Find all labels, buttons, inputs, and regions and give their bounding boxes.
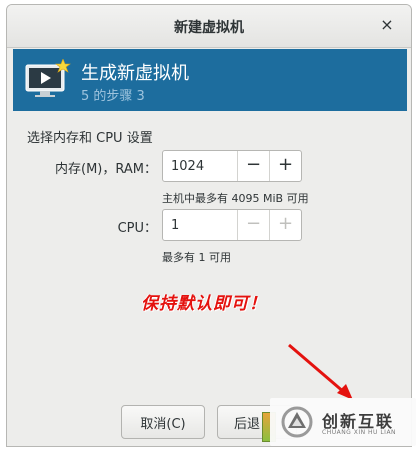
- annotation-text: 保持默认即可！: [141, 294, 267, 314]
- cpu-label: CPU：: [117, 221, 157, 236]
- ram-input[interactable]: [163, 151, 237, 181]
- cpu-increment-button[interactable]: +: [269, 210, 301, 240]
- cpu-spinbox: − +: [162, 209, 302, 241]
- memory-cpu-heading: 选择内存和 CPU 设置: [27, 131, 153, 146]
- cancel-button[interactable]: 取消(C): [121, 405, 205, 439]
- ram-hint: 主机中最多有 4095 MiB 可用: [162, 192, 309, 205]
- watermark-logo-icon: [281, 406, 313, 438]
- ram-decrement-button[interactable]: −: [237, 151, 269, 181]
- ram-spinbox: − +: [162, 150, 302, 182]
- watermark: 创新互联 CHUANG XIN HU LIAN: [270, 398, 416, 446]
- vm-monitor-icon: [25, 59, 71, 97]
- wizard-title: 生成新虚拟机: [81, 63, 189, 84]
- new-vm-dialog: 新建虚拟机 × 生成新虚拟机 5 的步骤 3 选择内存和 CPU 设置 内存(M…: [6, 4, 412, 447]
- close-button[interactable]: ×: [377, 15, 397, 35]
- cpu-input[interactable]: [163, 210, 237, 240]
- ram-label: 内存(M)，RAM：: [55, 162, 157, 177]
- cpu-hint: 最多有 1 可用: [162, 251, 231, 264]
- wizard-step: 5 的步骤 3: [81, 89, 145, 104]
- titlebar: 新建虚拟机 ×: [7, 5, 411, 48]
- red-arrow-icon: [288, 343, 353, 400]
- ram-increment-button[interactable]: +: [269, 151, 301, 181]
- wizard-header: 生成新虚拟机 5 的步骤 3: [13, 49, 407, 111]
- watermark-subtext: CHUANG XIN HU LIAN: [322, 429, 397, 436]
- window-title: 新建虚拟机: [174, 20, 244, 36]
- cpu-decrement-button[interactable]: −: [237, 210, 269, 240]
